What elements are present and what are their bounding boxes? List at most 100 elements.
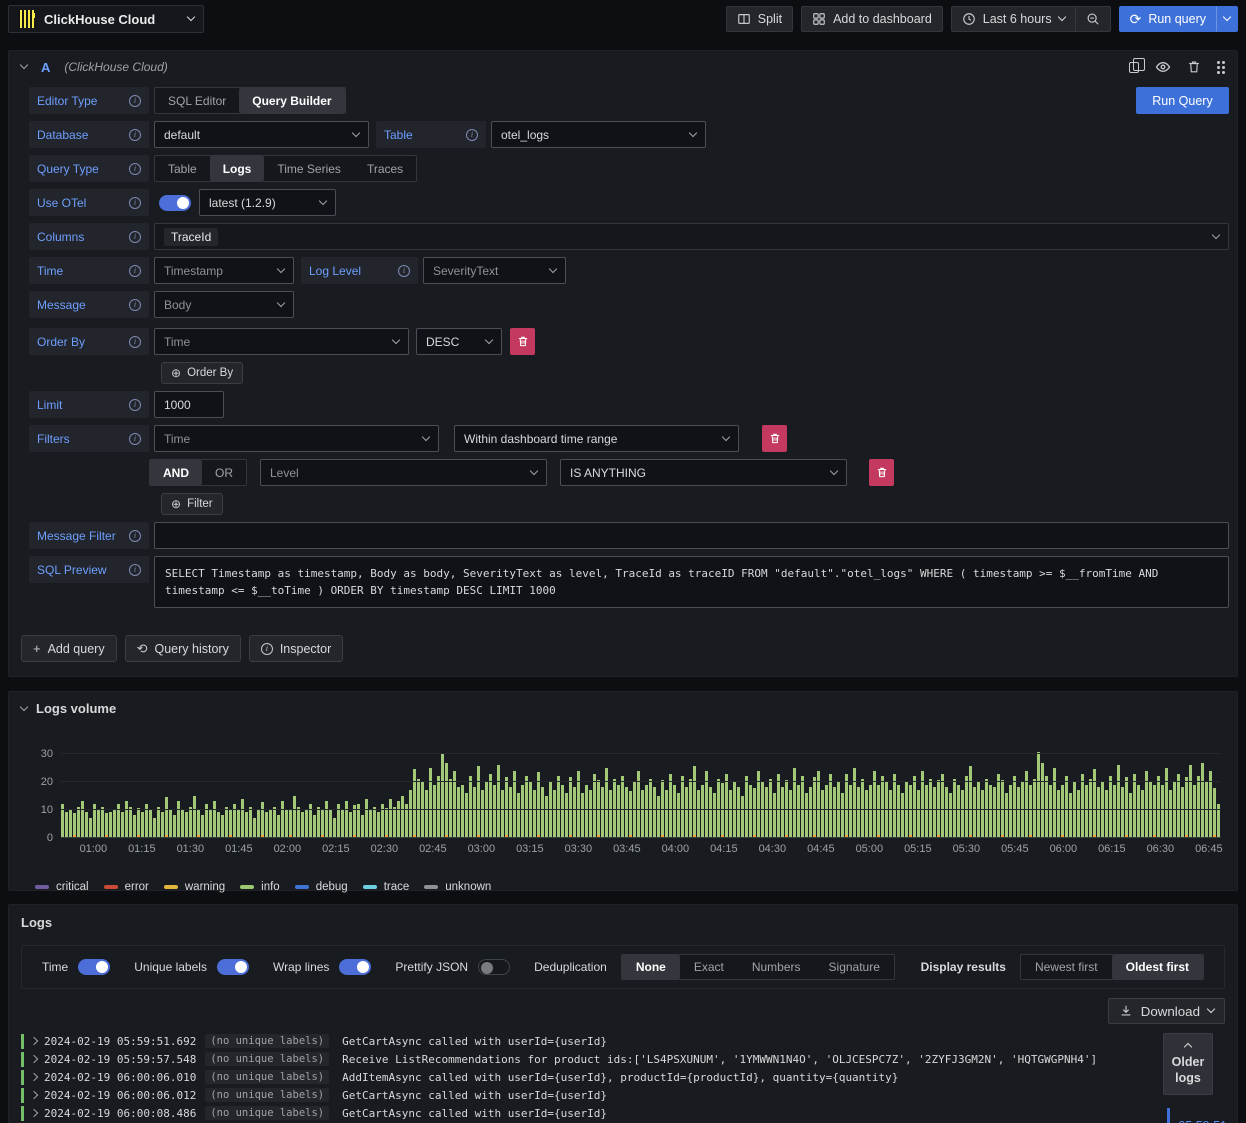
expand-log-icon[interactable] [29,1072,39,1082]
display-newest-first[interactable]: Newest first [1021,955,1112,979]
log-level-select[interactable]: SeverityText [423,257,566,284]
query-type-option-logs[interactable]: Logs [209,156,265,181]
order-by-field-select[interactable]: Time [154,328,409,355]
log-row[interactable]: 2024-02-19 06:00:06.012 (no unique labels… [21,1086,1225,1104]
collapse-logs-volume-icon[interactable] [19,702,29,711]
legend-item-debug[interactable]: debug [294,881,348,893]
datasource-picker[interactable]: ClickHouse Cloud [8,5,204,33]
legend-item-unknown[interactable]: unknown [424,881,491,893]
use-otel-toggle[interactable] [159,194,191,211]
add-to-dashboard-button[interactable]: Add to dashboard [801,6,943,32]
expand-log-icon[interactable] [29,1036,39,1046]
info-icon[interactable]: i [129,432,141,445]
info-icon[interactable]: i [129,264,141,277]
query-type-option-traces[interactable]: Traces [354,156,416,181]
time-column-select[interactable]: Timestamp [154,257,294,284]
display-oldest-first[interactable]: Oldest first [1111,955,1203,980]
remove-query-icon[interactable] [1187,60,1201,74]
toggle-visibility-icon[interactable] [1155,59,1171,75]
collapse-query-icon[interactable] [19,60,29,70]
run-query-interval-dropdown[interactable] [1216,6,1238,32]
zoom-out-time-button[interactable] [1074,6,1111,32]
columns-multiselect[interactable]: TraceId [154,223,1229,250]
trash-icon [770,433,779,444]
legend-item-warning[interactable]: warning [163,881,225,893]
remove-order-by-button[interactable] [510,328,535,355]
legend-item-trace[interactable]: trace [362,881,409,893]
split-button[interactable]: Split [725,6,794,32]
add-filter-button[interactable]: ⊕ Filter [161,493,223,515]
info-icon[interactable]: i [129,196,141,209]
expand-log-icon[interactable] [29,1108,39,1118]
use-otel-label: Use OTel i [29,189,149,216]
dedup-none[interactable]: None [621,955,680,980]
editor-type-option-builder[interactable]: Query Builder [239,88,345,113]
inspector-button[interactable]: i Inspector [248,635,344,663]
x-tick-label: 03:30 [564,843,593,856]
info-icon[interactable]: i [129,398,141,411]
query-history-button[interactable]: ⟲ Query history [124,635,241,663]
duplicate-query-icon[interactable] [1129,57,1145,73]
log-row[interactable]: 2024-02-19 05:59:51.692 (no unique labels… [21,1032,1225,1050]
prettify-json-toggle[interactable] [478,959,511,976]
table-select[interactable]: otel_logs [491,121,706,148]
info-icon[interactable]: i [129,298,141,311]
dedup-exact[interactable]: Exact [680,955,738,979]
condition-or[interactable]: OR [202,460,246,485]
info-icon[interactable]: i [129,335,141,348]
run-query-button[interactable]: ⟳ Run query [1118,6,1216,32]
download-button[interactable]: Download [1107,998,1225,1025]
message-column-select[interactable]: Body [154,291,294,318]
dedup-signature[interactable]: Signature [815,955,894,979]
remove-condition-button[interactable] [869,459,894,486]
info-icon[interactable]: i [129,128,141,141]
info-icon[interactable]: i [129,529,141,542]
time-range-picker[interactable]: Last 6 hours [950,6,1075,32]
limit-input[interactable]: 1000 [154,391,224,418]
log-row[interactable]: 2024-02-19 06:00:06.010 (no unique labels… [21,1068,1225,1086]
trash-icon [518,336,527,347]
order-by-direction-select[interactable]: DESC [416,328,502,355]
query-type-option-timeseries[interactable]: Time Series [264,156,354,181]
info-icon[interactable]: i [129,563,141,576]
remove-filter-button[interactable] [762,425,787,452]
legend-item-info[interactable]: info [240,881,280,893]
expand-log-icon[interactable] [29,1054,39,1064]
x-tick-label: 04:15 [710,843,738,856]
filter-operator-select[interactable]: Within dashboard time range [454,425,739,452]
log-row[interactable]: 2024-02-19 06:00:08.486 (no unique labels… [21,1104,1225,1122]
condition-operator-select[interactable]: IS ANYTHING [560,459,847,486]
database-select[interactable]: default [154,121,369,148]
condition-and[interactable]: AND [150,460,202,485]
column-chip[interactable]: TraceId [164,227,219,246]
otel-version-select[interactable]: latest (1.2.9) [199,189,336,216]
info-icon[interactable]: i [466,128,478,141]
x-tick-label: 02:45 [419,843,447,856]
older-logs-button[interactable]: Older logs [1163,1033,1213,1096]
message-filter-input[interactable] [154,522,1229,549]
dedup-numbers[interactable]: Numbers [738,955,815,979]
filter-field-select[interactable]: Time [154,425,439,452]
x-axis: 01:00 01:15 01:30 01:45 02:00 02:15 02:30 02:45… [61,843,1225,859]
legend-item-critical[interactable]: critical [35,881,89,893]
log-row[interactable]: 2024-02-19 05:59:57.548 (no unique labels… [21,1050,1225,1068]
expand-log-icon[interactable] [29,1090,39,1100]
condition-field-select[interactable]: Level [260,459,547,486]
info-icon[interactable]: i [129,230,141,243]
add-order-by-button[interactable]: ⊕ Order By [161,362,244,384]
unique-labels-toggle[interactable] [216,959,249,976]
wrap-lines-toggle[interactable] [339,959,372,976]
wrap-lines-toggle-label: Wrap lines [272,960,330,975]
drag-handle-icon[interactable] [1217,60,1225,74]
gridline [61,780,1221,782]
query-type-option-table[interactable]: Table [155,156,210,181]
add-query-button[interactable]: + Add query [21,635,117,663]
info-icon[interactable]: i [129,94,141,107]
editor-type-option-sql[interactable]: SQL Editor [155,88,239,113]
time-toggle[interactable] [78,959,111,976]
x-tick-label: 06:15 [1098,843,1126,856]
run-query-editor-button[interactable]: Run Query [1136,87,1229,114]
info-icon[interactable]: i [398,264,410,277]
info-icon[interactable]: i [129,162,141,175]
legend-item-error[interactable]: error [103,881,149,893]
